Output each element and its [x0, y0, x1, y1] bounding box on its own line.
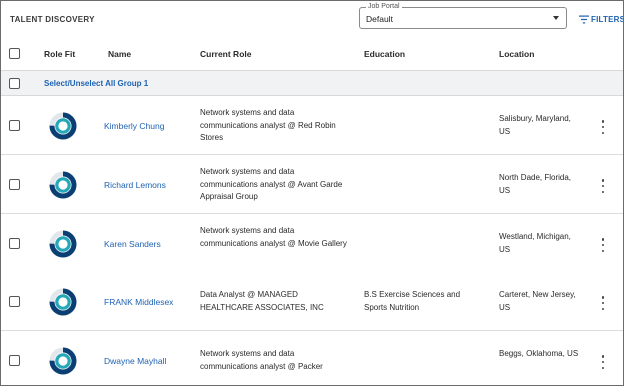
group-row: Select/Unselect All Group 1	[1, 71, 623, 96]
location-text: Westland, Michigan, US	[499, 232, 571, 254]
location-text: North Dade, Florida, US	[499, 173, 572, 195]
column-header-current-role[interactable]: Current Role	[200, 49, 251, 59]
column-header-role-fit[interactable]: Role Fit	[44, 49, 75, 59]
filter-icon	[579, 15, 589, 23]
role-fit-icon	[49, 230, 77, 258]
row-checkbox[interactable]	[9, 355, 20, 366]
more-options-icon[interactable]	[599, 355, 607, 369]
column-header-education[interactable]: Education	[364, 49, 405, 59]
filters-label: FILTERS	[591, 14, 624, 24]
role-fit-icon	[49, 112, 77, 140]
current-role-text: Network systems and data communications …	[200, 108, 336, 142]
candidate-name-link[interactable]: Richard Lemons	[104, 180, 166, 190]
row-checkbox[interactable]	[9, 296, 20, 307]
row-checkbox[interactable]	[9, 238, 20, 249]
more-options-icon[interactable]	[599, 238, 607, 252]
filters-button[interactable]: FILTERS	[579, 13, 624, 25]
column-header-location[interactable]: Location	[499, 49, 534, 59]
talent-discovery-panel: TALENT DISCOVERY Job Portal Default FILT…	[0, 0, 624, 386]
location-text: Salisbury, Maryland, US	[499, 114, 571, 136]
current-role-text: Data Analyst @ MANAGED HEALTHCARE ASSOCI…	[200, 290, 324, 312]
top-bar: TALENT DISCOVERY Job Portal Default FILT…	[1, 1, 623, 35]
role-fit-icon	[49, 347, 77, 375]
location-text: Carteret, New Jersey, US	[499, 290, 576, 312]
group-checkbox[interactable]	[9, 78, 20, 89]
job-portal-label: Job Portal	[366, 2, 402, 12]
job-portal-select[interactable]: Job Portal Default	[359, 2, 567, 29]
location-text: Beggs, Oklahoma, US	[499, 349, 579, 358]
select-all-checkbox[interactable]	[9, 48, 20, 59]
column-header-name[interactable]: Name	[108, 49, 131, 59]
current-role-text: Network systems and data communications …	[200, 167, 343, 201]
role-fit-icon	[49, 171, 77, 199]
table-row: Richard Lemons Network systems and data c…	[1, 155, 623, 214]
candidate-name-link[interactable]: Karen Sanders	[104, 239, 161, 249]
caret-down-icon	[553, 16, 559, 20]
more-options-icon[interactable]	[599, 296, 607, 310]
candidate-name-link[interactable]: Dwayne Mayhall	[104, 356, 166, 366]
row-checkbox[interactable]	[9, 120, 20, 131]
row-checkbox[interactable]	[9, 179, 20, 190]
candidate-name-link[interactable]: FRANK Middlesex	[104, 297, 173, 307]
page-title: TALENT DISCOVERY	[10, 15, 95, 24]
candidate-name-link[interactable]: Kimberly Chung	[104, 121, 164, 131]
current-role-text: Network systems and data communications …	[200, 226, 347, 248]
role-fit-icon	[49, 288, 77, 316]
education-text: B.S Exercise Sciences and Sports Nutriti…	[364, 290, 461, 312]
more-options-icon[interactable]	[599, 120, 607, 134]
job-portal-value: Default	[366, 14, 393, 24]
table-row: Karen Sanders Network systems and data co…	[1, 214, 623, 273]
table-header: Role Fit Name Current Role Education Loc…	[1, 37, 623, 71]
select-group-link[interactable]: Select/Unselect All Group 1	[44, 79, 148, 88]
table-row: Dwayne Mayhall Network systems and data c…	[1, 331, 623, 385]
more-options-icon[interactable]	[599, 179, 607, 193]
table-row: Kimberly Chung Network systems and data c…	[1, 96, 623, 155]
current-role-text: Network systems and data communications …	[200, 349, 323, 371]
table-row: FRANK Middlesex Data Analyst @ MANAGED HE…	[1, 272, 623, 331]
